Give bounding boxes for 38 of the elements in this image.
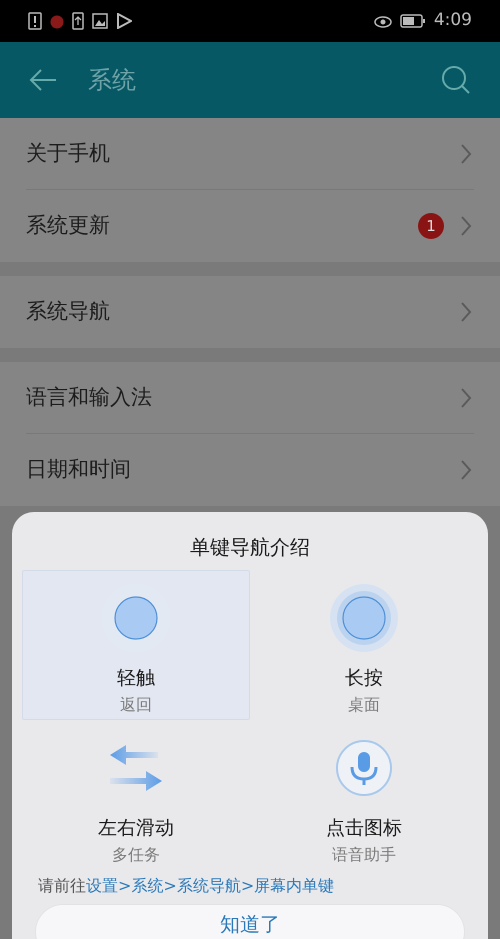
gesture-action: 多任务: [112, 844, 160, 866]
phone-upload-icon: [72, 12, 84, 30]
gesture-tile[interactable]: 点击图标 语音助手: [250, 720, 478, 870]
play-icon: [116, 13, 132, 29]
chevron-icon: [460, 459, 472, 481]
battery-icon: [400, 14, 426, 28]
gesture-label: 点击图标: [326, 816, 402, 841]
settings-row[interactable]: 系统更新 1: [26, 190, 474, 262]
gesture-action: 语音助手: [332, 844, 396, 866]
search-button[interactable]: [440, 64, 472, 96]
chevron-icon: [460, 301, 472, 323]
chevron-icon: [460, 142, 472, 164]
gesture-action: 返回: [120, 694, 152, 716]
gesture-tile[interactable]: 长按 桌面: [250, 570, 478, 720]
header-title: 系统: [88, 65, 136, 96]
dialog-title: 单键导航介绍: [190, 534, 310, 561]
gesture-tile[interactable]: 轻触 返回: [22, 570, 250, 720]
image-icon: [92, 13, 108, 29]
chevron-icon: [460, 215, 472, 237]
settings-row[interactable]: 语言和输入法: [26, 362, 474, 434]
got-it-button[interactable]: 知道了: [35, 904, 465, 939]
hint-text: 请前往设置>系统>系统导航>屏幕内单键: [38, 875, 334, 897]
gesture-label: 左右滑动: [98, 816, 174, 841]
gesture-label: 轻触: [117, 666, 155, 691]
settings-row[interactable]: 日期和时间: [26, 434, 474, 506]
swap-arrows-icon: [110, 745, 162, 791]
settings-row[interactable]: 关于手机: [26, 118, 474, 190]
sim-alert-icon: [28, 12, 42, 30]
app-notification-icon: [50, 13, 64, 29]
gesture-tile[interactable]: 左右滑动 多任务: [22, 720, 250, 870]
update-badge: 1: [418, 213, 444, 239]
clock-time: 4:09: [434, 9, 472, 32]
gesture-label: 长按: [345, 666, 383, 691]
gesture-action: 桌面: [348, 694, 380, 716]
microphone-icon: [335, 739, 393, 797]
circle-icon: [329, 583, 399, 653]
eye-icon: [374, 14, 392, 28]
chevron-icon: [460, 386, 472, 408]
